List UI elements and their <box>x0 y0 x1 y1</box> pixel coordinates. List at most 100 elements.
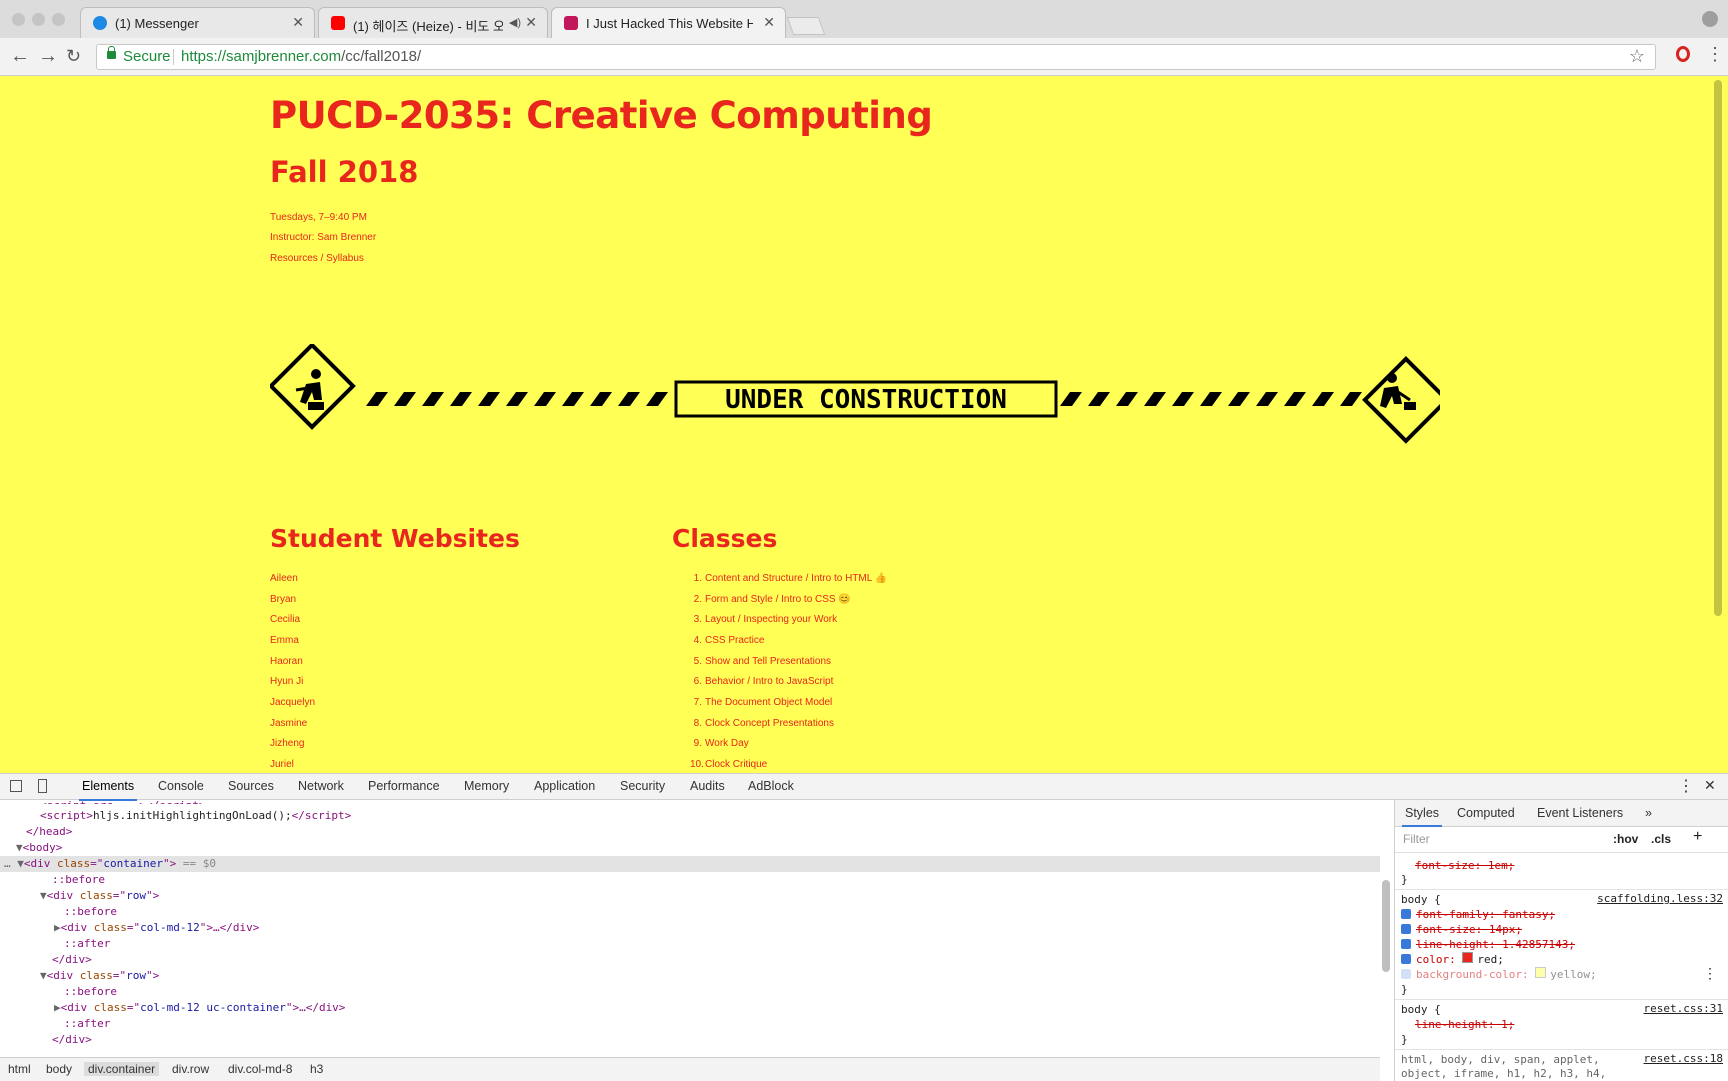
close-window-button[interactable] <box>12 13 25 26</box>
tab-event-listeners[interactable]: Event Listeners <box>1537 806 1623 820</box>
tab-computed[interactable]: Computed <box>1457 806 1515 820</box>
device-toolbar-icon[interactable] <box>38 779 47 793</box>
more-tabs-icon[interactable]: » <box>1645 806 1652 820</box>
tab-console[interactable]: Console <box>158 779 204 793</box>
devtools-menu-icon[interactable]: ⋮ <box>1678 776 1694 796</box>
color-swatch[interactable] <box>1462 952 1474 963</box>
class-link[interactable]: 9. Work Day <box>690 738 749 749</box>
opera-extension-icon[interactable] <box>1676 46 1690 62</box>
style-prop-color[interactable]: color: red; <box>1401 952 1504 967</box>
close-tab-icon[interactable]: ✕ <box>292 14 304 31</box>
tab-styles[interactable]: Styles <box>1401 806 1443 827</box>
class-link[interactable]: 7. The Document Object Model <box>690 697 833 708</box>
student-link[interactable]: Juriel <box>270 759 294 770</box>
prop-checkbox[interactable] <box>1401 969 1411 979</box>
cls-toggle[interactable]: .cls <box>1651 832 1671 846</box>
breadcrumb-h3[interactable]: h3 <box>306 1062 327 1076</box>
new-tab-button[interactable] <box>786 17 826 35</box>
tab-elements[interactable]: Elements <box>78 779 138 801</box>
dom-line-div-close[interactable]: </div> <box>0 952 1380 968</box>
breadcrumb-div-row[interactable]: div.row <box>168 1062 213 1076</box>
tab-network[interactable]: Network <box>298 779 344 793</box>
dom-line-row[interactable]: ▼<div class="row"> <box>0 888 1380 904</box>
prop-checkbox[interactable] <box>1401 954 1411 964</box>
hov-toggle[interactable]: :hov <box>1613 832 1638 846</box>
dom-scrollbar[interactable] <box>1382 880 1390 972</box>
instructor-link[interactable]: Instructor: Sam Brenner <box>270 232 376 243</box>
dom-line-after[interactable]: ::after <box>0 1016 1380 1032</box>
address-bar[interactable]: Secure https://samjbrenner.com/cc/fall20… <box>96 44 1656 70</box>
breadcrumb-div-col[interactable]: div.col-md-8 <box>224 1062 296 1076</box>
bookmark-star-icon[interactable]: ☆ <box>1629 46 1645 67</box>
zoom-window-button[interactable] <box>52 13 65 26</box>
back-arrow-icon[interactable]: ← <box>10 44 30 68</box>
breadcrumb-div-container[interactable]: div.container <box>84 1062 160 1076</box>
student-link[interactable]: Haoran <box>270 656 303 667</box>
rule-selector-reset[interactable]: html, body, div, span, applet, <box>1401 1052 1600 1067</box>
class-link[interactable]: 6. Behavior / Intro to JavaScript <box>690 676 834 687</box>
breadcrumb-body[interactable]: body <box>42 1062 76 1076</box>
rule-source-link[interactable]: reset.css:31 <box>1644 1002 1723 1015</box>
style-prop-line-height[interactable]: line-height: 1.42857143; <box>1401 937 1575 952</box>
student-link[interactable]: Jacquelyn <box>270 697 315 708</box>
student-link[interactable]: Aileen <box>270 573 298 584</box>
tab-sources[interactable]: Sources <box>228 779 274 793</box>
prop-checkbox[interactable] <box>1401 909 1411 919</box>
dom-line-after[interactable]: ::after <box>0 936 1380 952</box>
rule-source-link[interactable]: reset.css:18 <box>1644 1052 1723 1065</box>
profile-icon[interactable] <box>1702 11 1718 27</box>
close-devtools-icon[interactable]: ✕ <box>1704 777 1716 794</box>
browser-tab-youtube[interactable]: (1) 헤이즈 (Heize) - 비도 오고 ◀) ✕ <box>318 7 548 38</box>
speaker-icon[interactable]: ◀) <box>509 16 521 29</box>
student-link[interactable]: Hyun Ji <box>270 676 303 687</box>
class-link[interactable]: 5. Show and Tell Presentations <box>690 656 831 667</box>
dom-line-div-close[interactable]: </div> <box>0 1032 1380 1048</box>
tab-adblock[interactable]: AdBlock <box>748 779 794 793</box>
dom-line-body[interactable]: ▼<body> <box>0 840 1380 856</box>
student-link[interactable]: Emma <box>270 635 299 646</box>
reload-icon[interactable]: ↻ <box>66 44 81 68</box>
class-link[interactable]: 10.Clock Critique <box>690 759 767 770</box>
forward-arrow-icon[interactable]: → <box>38 44 58 68</box>
student-link[interactable]: Jasmine <box>270 718 307 729</box>
dom-line-before[interactable]: ::before <box>0 872 1380 888</box>
rule-menu-icon[interactable]: ⋮ <box>1703 966 1717 982</box>
breadcrumb-html[interactable]: html <box>4 1062 35 1076</box>
class-link[interactable]: 2. Form and Style / Intro to CSS 😊 <box>690 594 851 605</box>
student-link[interactable]: Jizheng <box>270 738 304 749</box>
tab-security[interactable]: Security <box>620 779 665 793</box>
rule-selector-body[interactable]: body { <box>1401 1002 1441 1017</box>
add-rule-icon[interactable]: + <box>1693 828 1702 846</box>
close-tab-icon[interactable]: ✕ <box>525 14 537 31</box>
dom-line-col12[interactable]: ▶<div class="col-md-12">…</div> <box>0 920 1380 936</box>
style-prop-font-family[interactable]: font-family: fantasy; <box>1401 907 1555 922</box>
tab-audits[interactable]: Audits <box>690 779 725 793</box>
style-prop-background-color[interactable]: background-color: yellow; <box>1401 967 1597 982</box>
prop-checkbox[interactable] <box>1401 924 1411 934</box>
student-link[interactable]: Cecilia <box>270 614 300 625</box>
close-tab-icon[interactable]: ✕ <box>763 14 775 31</box>
inspect-element-icon[interactable] <box>10 780 22 792</box>
tab-memory[interactable]: Memory <box>464 779 509 793</box>
class-link[interactable]: 3. Layout / Inspecting your Work <box>690 614 837 625</box>
tab-performance[interactable]: Performance <box>368 779 440 793</box>
student-link[interactable]: Bryan <box>270 594 296 605</box>
resources-link[interactable]: Resources / Syllabus <box>270 253 364 264</box>
browser-tab-messenger[interactable]: (1) Messenger ✕ <box>80 7 315 38</box>
style-prop-font-size[interactable]: font-size: 14px; <box>1401 922 1522 937</box>
dom-line-row[interactable]: ▼<div class="row"> <box>0 968 1380 984</box>
class-link[interactable]: 8. Clock Concept Presentations <box>690 718 834 729</box>
browser-tab-active[interactable]: I Just Hacked This Website HA ✕ <box>551 7 786 38</box>
style-prop-font-size-inherited[interactable]: font-size: 1em; <box>1415 858 1514 873</box>
dom-line-head-close[interactable]: </head> <box>0 824 1380 840</box>
rule-source-link[interactable]: scaffolding.less:32 <box>1597 892 1723 905</box>
browser-menu-icon[interactable]: ⋮ <box>1706 44 1724 65</box>
dom-line-before[interactable]: ::before <box>0 984 1380 1000</box>
style-prop-line-height[interactable]: line-height: 1; <box>1415 1017 1514 1032</box>
minimize-window-button[interactable] <box>32 13 45 26</box>
dom-line-script[interactable]: <script>hljs.initHighlightingOnLoad();</… <box>0 808 1380 824</box>
class-link[interactable]: 4. CSS Practice <box>690 635 765 646</box>
tab-application[interactable]: Application <box>534 779 595 793</box>
page-scrollbar[interactable] <box>1714 80 1722 616</box>
dom-line-container-selected[interactable]: … ▼<div class="container"> == $0 <box>0 856 1380 872</box>
